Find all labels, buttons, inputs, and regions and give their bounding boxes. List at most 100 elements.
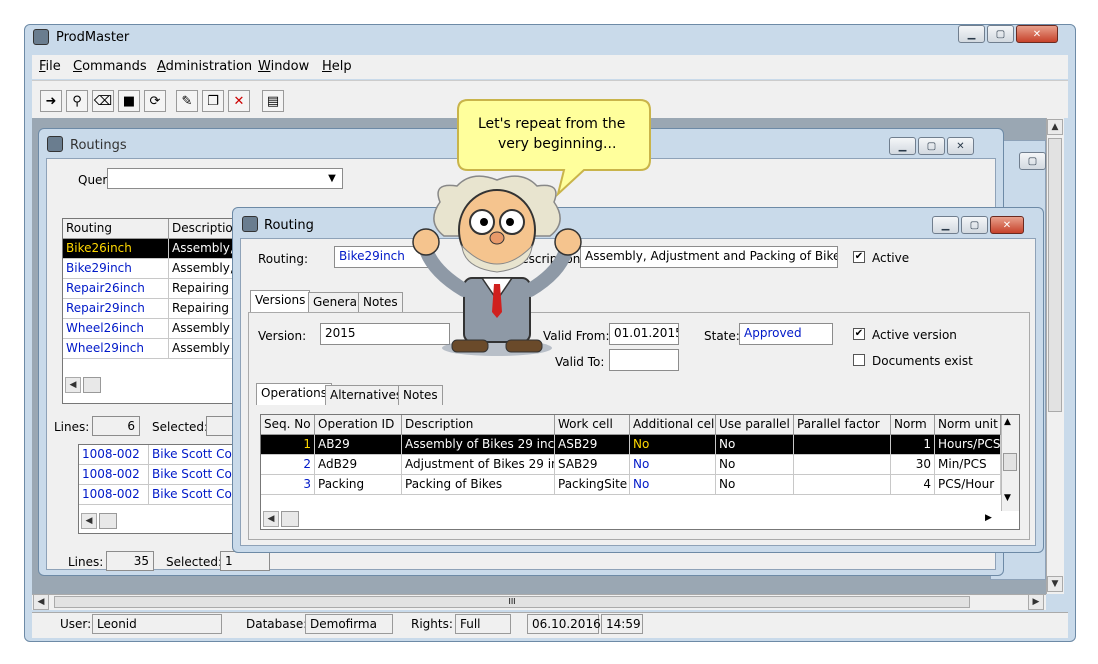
vertical-scroll-thumb[interactable]: [1048, 138, 1062, 412]
operations-scroll-up-icon[interactable]: ▲: [1004, 417, 1011, 427]
status-user-label: User:: [60, 617, 92, 631]
subtab-alternatives[interactable]: Alternatives: [325, 385, 408, 405]
routings-minimize-button[interactable]: ▁: [889, 137, 916, 155]
list-item[interactable]: Bike26inch Assembly, A: [63, 239, 241, 259]
status-user: Leonid: [92, 614, 222, 634]
lines-label: Lines:: [54, 420, 90, 434]
new-document-icon[interactable]: ✎: [176, 90, 198, 112]
routing-label: Routing:: [258, 252, 309, 266]
routings-close-button[interactable]: ✕: [947, 137, 974, 155]
list-scroll-left-icon[interactable]: ◀: [65, 377, 81, 393]
binoculars-icon[interactable]: ⚲: [66, 90, 88, 112]
lower-lines-label: Lines:: [68, 555, 104, 569]
routing-minimize-button[interactable]: ▁: [932, 216, 959, 234]
list-item[interactable]: Wheel29inch Assembly a: [63, 339, 241, 359]
tab-notes[interactable]: Notes: [358, 292, 403, 312]
list-item[interactable]: Repair29inch Repairing o: [63, 299, 241, 319]
close-button[interactable]: ✕: [1016, 25, 1058, 43]
lower-lines-count: 35: [106, 551, 154, 571]
valid-from-field[interactable]: 01.01.2015: [609, 323, 679, 345]
query-dropdown-icon[interactable]: ▼: [324, 170, 340, 187]
col-description[interactable]: Description: [402, 415, 555, 435]
stop-icon[interactable]: ■: [118, 90, 140, 112]
valid-to-field[interactable]: [609, 349, 679, 371]
col-norm-unit[interactable]: Norm unit: [935, 415, 1001, 435]
list-scroll-thumb[interactable]: [83, 377, 101, 393]
bg-window-maximize-button[interactable]: ▢: [1019, 152, 1046, 170]
speech-text-2: very beginning...: [498, 136, 617, 152]
copy-icon[interactable]: ❐: [202, 90, 224, 112]
list-item[interactable]: Repair26inch Repairing o: [63, 279, 241, 299]
eraser-icon[interactable]: ⌫: [92, 90, 114, 112]
professor-cartoon: [412, 175, 582, 356]
lines-count: 6: [92, 416, 140, 436]
tab-general[interactable]: General: [308, 292, 366, 312]
routings-maximize-button[interactable]: ▢: [918, 137, 945, 155]
col-work-cell[interactable]: Work cell: [555, 415, 630, 435]
operations-hscroll-thumb[interactable]: [281, 511, 299, 527]
col-norm[interactable]: Norm: [891, 415, 935, 435]
operations-scroll-down-icon[interactable]: ▼: [1004, 493, 1011, 503]
table-row[interactable]: 2 AdB29 Adjustment of Bikes 29 inch SAB2…: [261, 455, 1001, 475]
scroll-down-icon[interactable]: ▼: [1047, 576, 1063, 592]
properties-icon[interactable]: ▤: [262, 90, 284, 112]
table-row[interactable]: 3 Packing Packing of Bikes PackingSite N…: [261, 475, 1001, 495]
active-label: Active: [872, 251, 910, 265]
status-rights: Full: [455, 614, 511, 634]
routings-title: Routings: [70, 138, 127, 153]
scroll-right-icon[interactable]: ▶: [1028, 594, 1044, 610]
selected-label: Selected:: [152, 420, 209, 434]
speech-text-1: Let's repeat from the: [478, 116, 626, 132]
routing-maximize-button[interactable]: ▢: [961, 216, 988, 234]
col-parallel-factor[interactable]: Parallel factor: [794, 415, 891, 435]
menu-file[interactable]: File: [39, 59, 61, 74]
col-use-parallel[interactable]: Use parallel: [716, 415, 794, 435]
version-label: Version:: [258, 329, 307, 343]
routings-app-icon: [47, 136, 63, 152]
tab-versions[interactable]: Versions: [250, 290, 311, 312]
active-version-checkbox[interactable]: ✔: [853, 328, 865, 340]
refresh-icon[interactable]: ⟳: [144, 90, 166, 112]
col-routing[interactable]: Routing: [63, 219, 169, 239]
minimize-button[interactable]: ▁: [958, 25, 985, 43]
description-field[interactable]: Assembly, Adjustment and Packing of Bike…: [580, 246, 838, 268]
col-additional-cells[interactable]: Additional cells: [630, 415, 716, 435]
lower-selected-label: Selected:: [166, 555, 223, 569]
state-field[interactable]: Approved: [739, 323, 833, 345]
insert-icon[interactable]: ➜: [40, 90, 62, 112]
operations-vscroll-thumb[interactable]: [1003, 453, 1017, 471]
lower-scroll-left-icon[interactable]: ◀: [81, 513, 97, 529]
col-operation-id[interactable]: Operation ID: [315, 415, 402, 435]
lower-scroll-thumb[interactable]: [99, 513, 117, 529]
table-row[interactable]: 1 AB29 Assembly of Bikes 29 inch ASB29 N…: [261, 435, 1001, 455]
col-seq-no[interactable]: Seq. No: [261, 415, 315, 435]
routing-title: Routing: [264, 218, 314, 233]
documents-exist-checkbox[interactable]: [853, 354, 865, 366]
scroll-grip: III: [508, 597, 516, 606]
menu-commands[interactable]: Commands: [73, 59, 147, 74]
menu-help[interactable]: Help: [322, 59, 352, 74]
status-date: 06.10.2016: [527, 614, 601, 634]
table-row[interactable]: 1008-002 Bike Scott Cont: [79, 465, 237, 485]
delete-icon[interactable]: ✕: [228, 90, 250, 112]
active-checkbox[interactable]: ✔: [853, 251, 865, 263]
table-row[interactable]: 1008-002 Bike Scott Cont: [79, 485, 237, 505]
maximize-button[interactable]: ▢: [987, 25, 1014, 43]
menu-window[interactable]: Window: [258, 59, 309, 74]
status-rights-label: Rights:: [411, 617, 453, 631]
scroll-left-icon[interactable]: ◀: [33, 594, 49, 610]
query-select[interactable]: [107, 168, 343, 189]
menu-administration[interactable]: Administration: [157, 59, 252, 74]
scroll-up-icon[interactable]: ▲: [1047, 119, 1063, 135]
subtab-notes[interactable]: Notes: [398, 385, 443, 405]
routing-app-icon: [242, 216, 258, 232]
list-item[interactable]: Wheel26inch Assembly a: [63, 319, 241, 339]
horizontal-scroll-thumb[interactable]: III: [54, 596, 970, 608]
table-row[interactable]: 1008-002 Bike Scott Cont: [79, 445, 237, 465]
operations-scroll-right-icon[interactable]: ▶: [985, 513, 992, 523]
materials-list: 1008-002 Bike Scott Cont 1008-002 Bike S…: [78, 444, 238, 534]
routing-close-button[interactable]: ✕: [990, 216, 1024, 234]
subtab-operations[interactable]: Operations: [256, 383, 332, 405]
list-item[interactable]: Bike29inch Assembly, A: [63, 259, 241, 279]
operations-scroll-left-icon[interactable]: ◀: [263, 511, 279, 527]
